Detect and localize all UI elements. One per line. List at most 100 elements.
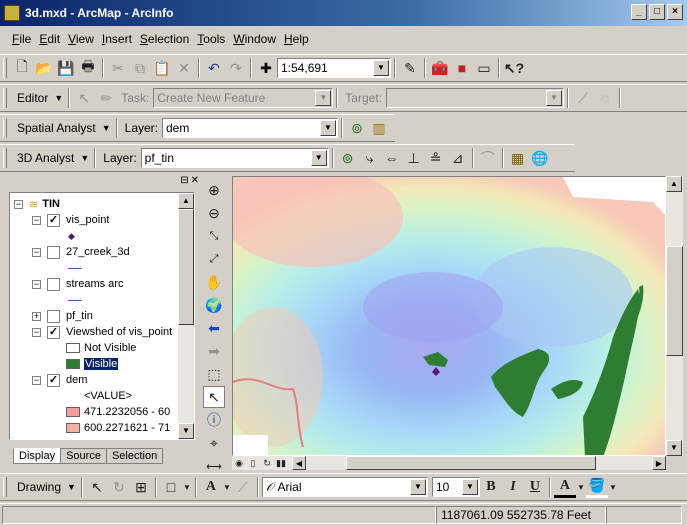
layer-visibility-checkbox[interactable]	[47, 277, 60, 291]
save-icon[interactable]: 💾	[55, 57, 77, 79]
layer-visibility-checkbox[interactable]: ✓	[47, 325, 60, 339]
copy-icon[interactable]: ⧉	[129, 57, 151, 79]
arctoolbox-icon[interactable]: 🧰	[429, 57, 451, 79]
interpolate-line-icon[interactable]: ≗	[425, 147, 447, 169]
menu-insert[interactable]: Insert	[98, 32, 136, 46]
toc-layer-dem[interactable]: − ✓ dem	[32, 371, 87, 389]
full-extent-globe-icon[interactable]: 🌍	[203, 294, 225, 316]
collapse-icon[interactable]: −	[32, 215, 41, 225]
chevron-down-icon[interactable]: ▼	[373, 60, 389, 76]
arcglobe-icon[interactable]: 🌐	[529, 147, 551, 169]
expand-icon[interactable]: +	[32, 311, 41, 321]
menu-window[interactable]: Window	[229, 32, 280, 46]
scroll-up-icon[interactable]: ▲	[666, 176, 682, 192]
profile-graph-icon[interactable]: ⌒	[477, 147, 499, 169]
scroll-up-icon[interactable]: ▲	[178, 193, 194, 209]
editor-toolbar-icon[interactable]: ✎	[399, 57, 421, 79]
contour-icon[interactable]: ⊚	[337, 147, 359, 169]
close-button[interactable]: ×	[667, 4, 683, 20]
rotate-icon[interactable]: ↻	[108, 476, 130, 498]
menu-file[interactable]: File	[8, 32, 35, 46]
layer-visibility-checkbox[interactable]: ✓	[47, 213, 60, 227]
scroll-down-icon[interactable]: ▼	[666, 440, 682, 456]
chevron-down-icon[interactable]: ▼	[409, 479, 426, 495]
scroll-thumb[interactable]	[346, 456, 596, 470]
chevron-down-icon[interactable]: ▼	[310, 150, 327, 166]
redo-icon[interactable]: ↷	[225, 57, 247, 79]
font-color-icon[interactable]: A	[553, 476, 576, 498]
edit-tool-icon[interactable]: ↖	[73, 87, 95, 109]
forward-arrow-icon[interactable]: ➡	[203, 340, 225, 362]
chevron-down-icon[interactable]: ▼	[182, 476, 192, 498]
histogram-icon[interactable]: ▥	[368, 117, 390, 139]
chevron-down-icon[interactable]: ▼	[315, 90, 332, 106]
whats-this-help-icon[interactable]: ↖?	[503, 57, 525, 79]
italic-button[interactable]: I	[502, 476, 524, 498]
delete-icon[interactable]: ✕	[173, 57, 195, 79]
auto-hide-icon[interactable]: ⊟	[180, 176, 188, 188]
find-binoculars-icon[interactable]: ⌖	[203, 432, 225, 454]
map-scale-combo[interactable]: 1:54,691 ▼	[277, 58, 391, 78]
font-combo[interactable]: 𝒪 Arial ▼	[261, 477, 428, 497]
font-size-combo[interactable]: 10 ▼	[431, 477, 480, 497]
underline-button[interactable]: U	[524, 476, 546, 498]
map-display[interactable]	[232, 176, 666, 456]
layer-visibility-checkbox[interactable]	[47, 309, 60, 323]
new-document-icon[interactable]: 🗋	[11, 57, 33, 79]
print-icon[interactable]: 🖶	[77, 57, 99, 79]
layer-visibility-checkbox[interactable]	[47, 245, 60, 259]
target-combo[interactable]: ▼	[385, 88, 564, 108]
back-arrow-icon[interactable]: ⬅	[203, 317, 225, 339]
chevron-down-icon[interactable]: ▼	[320, 120, 336, 136]
undo-icon[interactable]: ↶	[203, 57, 225, 79]
task-combo[interactable]: Create New Feature ▼	[153, 88, 334, 108]
toc-vertical-scrollbar[interactable]: ▲ ▼	[178, 193, 194, 439]
command-line-icon[interactable]: ▭	[473, 57, 495, 79]
new-text-icon[interactable]: A	[200, 476, 222, 498]
pause-drawing-icon[interactable]: ▮▮	[274, 456, 288, 470]
chevron-down-icon[interactable]: ▼	[222, 476, 232, 498]
sa-layer-combo[interactable]: dem ▼	[162, 118, 338, 138]
3d-analyst-menu[interactable]: 3D Analyst ▼	[11, 151, 91, 165]
scroll-left-icon[interactable]: ◀	[292, 456, 306, 470]
line-of-sight-icon[interactable]: ⇔	[381, 147, 403, 169]
add-data-icon[interactable]: ✚	[255, 57, 277, 79]
fixed-zoom-out-icon[interactable]: ⤢	[203, 248, 225, 270]
select-elements-arrow-icon[interactable]: ↖	[203, 386, 225, 408]
open-folder-icon[interactable]: 📂	[33, 57, 55, 79]
arcscene-icon[interactable]: ▦	[507, 147, 529, 169]
rectangle-icon[interactable]: □	[160, 476, 182, 498]
chevron-down-icon[interactable]: ▼	[576, 476, 586, 498]
tab-source[interactable]: Source	[60, 448, 107, 464]
menu-view[interactable]: View	[64, 32, 98, 46]
collapse-icon[interactable]: −	[32, 375, 41, 385]
scroll-right-icon[interactable]: ▶	[652, 456, 666, 470]
pan-hand-icon[interactable]: ✋	[203, 271, 225, 293]
chevron-down-icon[interactable]: ▼	[461, 479, 478, 495]
menu-selection[interactable]: Selection	[136, 32, 193, 46]
scroll-thumb[interactable]	[666, 246, 683, 356]
maximize-button[interactable]: □	[649, 4, 665, 20]
fill-color-icon[interactable]: 🪣	[585, 476, 608, 498]
refresh-icon[interactable]: ↻	[260, 456, 274, 470]
minimize-button[interactable]: _	[631, 4, 647, 20]
contour-icon[interactable]: ⊚	[346, 117, 368, 139]
close-icon[interactable]: ✕	[191, 176, 199, 188]
map-vertical-scrollbar[interactable]: ▲ ▼	[666, 176, 683, 456]
split-tool-icon[interactable]: ⟋	[572, 87, 594, 109]
layer-visibility-checkbox[interactable]: ✓	[47, 373, 60, 387]
collapse-icon[interactable]: −	[14, 199, 23, 209]
interpolate-point-icon[interactable]: ⊥	[403, 147, 425, 169]
editor-menu[interactable]: Editor ▼	[11, 91, 65, 105]
steepest-path-icon[interactable]: ⤷	[359, 147, 381, 169]
tab-selection[interactable]: Selection	[105, 448, 164, 464]
collapse-icon[interactable]: −	[32, 247, 41, 257]
chevron-down-icon[interactable]: ▼	[545, 90, 562, 106]
edit-vertices-icon[interactable]: ⟋	[232, 476, 254, 498]
identify-icon[interactable]: ⓘ	[203, 409, 225, 431]
collapse-icon[interactable]: −	[32, 327, 41, 337]
collapse-icon[interactable]: −	[32, 279, 41, 289]
map-horizontal-scrollbar[interactable]: ◉ ▯ ↻ ▮▮ ◀ ▶	[232, 456, 666, 470]
scroll-thumb[interactable]	[178, 209, 194, 325]
fixed-zoom-in-icon[interactable]: ⤡	[203, 225, 225, 247]
